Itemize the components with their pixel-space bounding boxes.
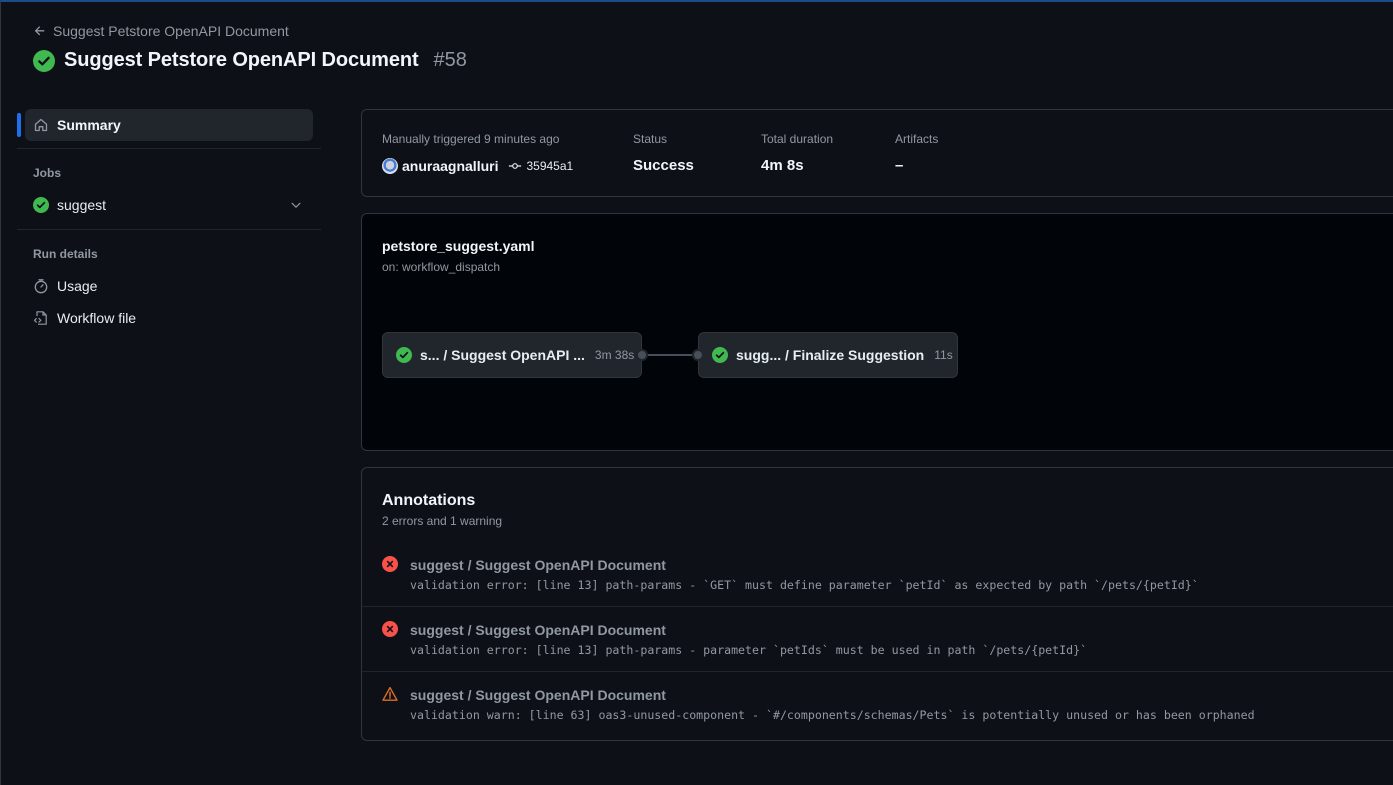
- annotations-list: suggest / Suggest OpenAPI Document valid…: [362, 542, 1393, 737]
- app-frame: Suggest Petstore OpenAPI Document Sugges…: [0, 0, 1393, 785]
- annotation-job: suggest / Suggest OpenAPI Document: [410, 687, 666, 703]
- sidebar-item-label: Usage: [57, 278, 98, 294]
- back-link-label: Suggest Petstore OpenAPI Document: [53, 23, 289, 39]
- sidebar: Summary Jobs suggest Run details Usage W…: [17, 109, 321, 334]
- workflow-trigger: on: workflow_dispatch: [382, 260, 501, 274]
- active-indicator: [17, 113, 21, 137]
- annotations-panel: Annotations 2 errors and 1 warning sugge…: [361, 467, 1393, 741]
- job-input-node: [692, 349, 704, 361]
- check-circle-fill-icon: [33, 49, 55, 72]
- workflow-graph-panel: petstore_suggest.yaml on: workflow_dispa…: [361, 213, 1393, 451]
- duration-label: Total duration: [761, 132, 834, 146]
- status-info: Status Success: [633, 132, 694, 175]
- status-label: Status: [633, 132, 668, 146]
- job-output-node: [636, 349, 648, 361]
- run-number: #58: [433, 49, 467, 71]
- annotations-summary: 2 errors and 1 warning: [382, 514, 503, 528]
- status-value: Success: [633, 157, 694, 174]
- check-circle-fill-icon: [712, 347, 728, 363]
- commit-sha: 35945a1: [526, 159, 574, 173]
- x-circle-fill-icon: [382, 556, 398, 572]
- x-circle-fill-icon: [382, 621, 398, 637]
- actor-link[interactable]: anuraagnalluri: [402, 157, 498, 175]
- file-code-icon: [33, 311, 47, 325]
- sidebar-item-summary[interactable]: Summary: [17, 109, 313, 141]
- duration-value: 4m 8s: [761, 157, 804, 174]
- run-summary-panel: Manually triggered 9 minutes ago anuraag…: [361, 109, 1393, 197]
- workflow-file-name: petstore_suggest.yaml: [382, 238, 535, 254]
- alert-icon: [382, 686, 398, 701]
- sidebar-job-suggest[interactable]: suggest: [17, 189, 321, 221]
- page-title: Suggest Petstore OpenAPI Document: [64, 49, 419, 71]
- git-commit-icon: [509, 163, 522, 169]
- back-link[interactable]: Suggest Petstore OpenAPI Document: [33, 23, 289, 39]
- artifacts-info: Artifacts –: [895, 132, 938, 175]
- duration-info: Total duration 4m 8s: [761, 132, 833, 175]
- check-circle-fill-icon: [396, 347, 412, 363]
- page-title-row: Suggest Petstore OpenAPI Document #58: [33, 49, 467, 72]
- job-name: s... / Suggest OpenAPI ...: [420, 347, 585, 363]
- chevron-down-icon[interactable]: [289, 198, 303, 212]
- arrow-left-icon: [34, 26, 45, 36]
- job-card-suggest[interactable]: s... / Suggest OpenAPI ... 3m 38s: [382, 332, 642, 378]
- sidebar-item-usage[interactable]: Usage: [17, 270, 321, 302]
- divider: [17, 229, 321, 230]
- annotation-message: validation error: [line 13] path-params …: [410, 578, 1199, 592]
- job-connector: [642, 354, 698, 356]
- job-name: sugg... / Finalize Suggestion: [736, 347, 925, 363]
- annotation-message: validation warn: [line 63] oas3-unused-c…: [410, 708, 1255, 722]
- jobs-heading: Jobs: [33, 166, 62, 180]
- sidebar-job-label: suggest: [57, 197, 107, 213]
- annotation-message: validation error: [line 13] path-params …: [410, 643, 1088, 657]
- home-icon: [34, 118, 48, 132]
- trigger-label: Manually triggered 9 minutes ago: [382, 132, 560, 146]
- job-card-finalize[interactable]: sugg... / Finalize Suggestion 11s: [698, 332, 958, 378]
- divider: [17, 148, 321, 149]
- annotation-item[interactable]: suggest / Suggest OpenAPI Document valid…: [362, 607, 1393, 672]
- trigger-details: anuraagnalluri 35945a1: [382, 157, 573, 175]
- annotations-title: Annotations: [382, 492, 476, 509]
- job-duration: 3m 38s: [594, 348, 635, 362]
- avatar[interactable]: [382, 158, 398, 174]
- artifacts-label: Artifacts: [895, 132, 939, 146]
- artifacts-value: –: [895, 157, 904, 174]
- annotation-job: suggest / Suggest OpenAPI Document: [410, 557, 666, 573]
- job-duration: 11s: [934, 348, 953, 362]
- trigger-info: Manually triggered 9 minutes ago anuraag…: [382, 132, 573, 175]
- stopwatch-icon: [34, 279, 48, 294]
- commit-link[interactable]: 35945a1: [508, 157, 573, 175]
- run-details-heading: Run details: [33, 247, 98, 261]
- sidebar-item-workflow-file[interactable]: Workflow file: [17, 302, 321, 334]
- sidebar-item-label: Workflow file: [57, 310, 137, 326]
- annotation-job: suggest / Suggest OpenAPI Document: [410, 622, 666, 638]
- annotation-item[interactable]: suggest / Suggest OpenAPI Document valid…: [362, 542, 1393, 607]
- check-circle-fill-icon: [33, 197, 49, 213]
- sidebar-item-label: Summary: [57, 117, 121, 133]
- annotation-item[interactable]: suggest / Suggest OpenAPI Document valid…: [362, 672, 1393, 737]
